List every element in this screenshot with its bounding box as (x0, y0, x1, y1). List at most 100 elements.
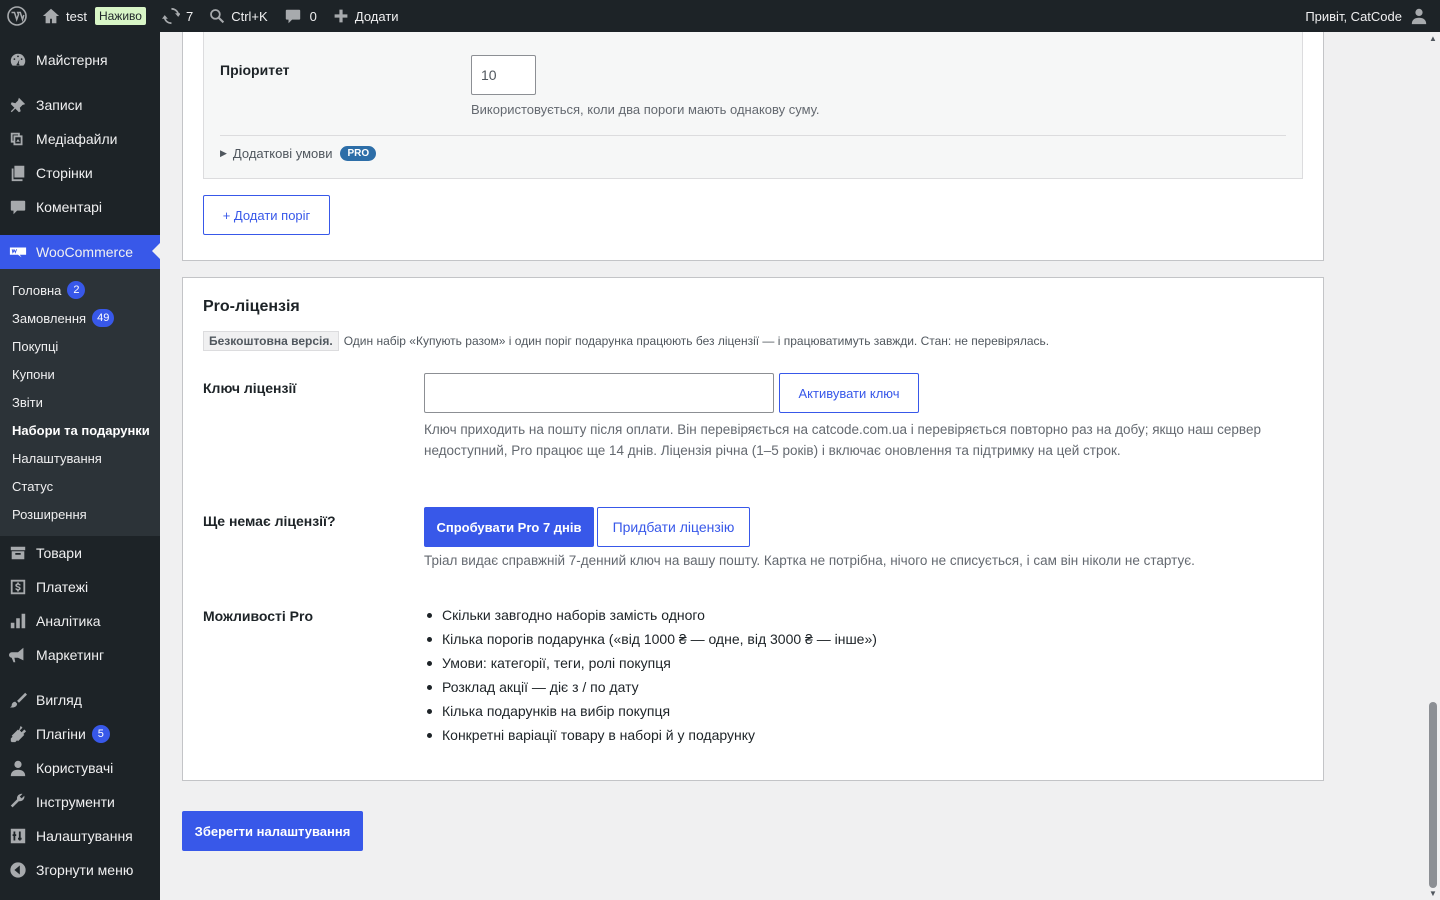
menu-users[interactable]: Користувачі (0, 751, 160, 785)
submenu-label: Звіти (12, 394, 43, 410)
submenu-label: Налаштування (12, 450, 102, 466)
menu-tools[interactable]: Інструменти (0, 785, 160, 819)
scrollbar-thumb[interactable] (1429, 702, 1437, 888)
menu-appearance-label: Вигляд (36, 692, 82, 708)
priority-description: Використовується, коли два пороги мають … (471, 102, 820, 117)
wrench-icon (8, 792, 28, 812)
scroll-down-arrow-icon[interactable]: ▼ (1429, 889, 1437, 898)
page-scrollbar[interactable]: ▲ ▼ (1426, 32, 1440, 900)
admin-sidebar: Майстерня Записи Медіафайли Сторінки Ком… (0, 32, 160, 900)
search-icon (209, 8, 225, 24)
buy-license-button[interactable]: Придбати ліцензію (597, 507, 750, 547)
search-shortcut-label: Ctrl+K (231, 8, 268, 24)
free-version-badge: Безкоштовна версія. (203, 331, 339, 351)
submenu-item-extensions[interactable]: Розширення (0, 500, 160, 528)
my-account-link[interactable]: Привіт, CatCode (1297, 0, 1440, 32)
list-item: Скільки завгодно наборів замість одного (423, 603, 877, 627)
updates-link[interactable]: 7 (154, 0, 201, 32)
users-icon (8, 758, 28, 778)
try-pro-button[interactable]: Спробувати Pro 7 днів (424, 507, 594, 547)
menu-settings[interactable]: Налаштування (0, 819, 160, 853)
submenu-item-customers[interactable]: Покупці (0, 332, 160, 360)
menu-comments[interactable]: Коментарі (0, 190, 160, 224)
search-shortcut[interactable]: Ctrl+K (201, 0, 275, 32)
woocommerce-submenu: Головна 2 Замовлення 49 Покупці Купони Зві… (0, 269, 160, 536)
submenu-item-bundles-gifts[interactable]: Набори та подарунки (0, 416, 160, 444)
live-badge: Наживо (94, 7, 146, 25)
comment-icon (284, 7, 302, 25)
submenu-label: Розширення (12, 506, 87, 522)
extra-conditions-toggle[interactable]: ▶ Додаткові умови PRO (220, 146, 377, 161)
wordpress-logo-icon[interactable] (0, 0, 34, 32)
list-item: Кілька порогів подарунка («від 1000 ₴ — … (423, 627, 877, 651)
menu-posts[interactable]: Записи (0, 88, 160, 122)
collapse-menu-button[interactable]: Згорнути меню (0, 853, 160, 887)
submenu-item-settings[interactable]: Налаштування (0, 444, 160, 472)
plugin-icon (8, 724, 28, 744)
home-icon (42, 7, 60, 25)
menu-marketing[interactable]: Маркетинг (0, 638, 160, 672)
submenu-item-home[interactable]: Головна 2 (0, 276, 160, 304)
menu-woocommerce[interactable]: WooCommerce (0, 235, 160, 269)
activate-key-button[interactable]: Активувати ключ (779, 373, 919, 413)
pages-icon (8, 163, 28, 183)
menu-plugins[interactable]: Плагіни 5 (0, 717, 160, 751)
menu-marketing-label: Маркетинг (36, 647, 105, 663)
dashboard-icon (8, 50, 28, 70)
plugins-update-badge: 5 (91, 725, 110, 743)
menu-products-label: Товари (36, 545, 82, 561)
menu-products[interactable]: Товари (0, 536, 160, 570)
menu-payments[interactable]: Платежі (0, 570, 160, 604)
orders-badge: 49 (92, 309, 115, 327)
menu-plugins-label: Плагіни (36, 726, 86, 742)
menu-dashboard[interactable]: Майстерня (0, 43, 160, 77)
license-key-description: Ключ приходить на пошту після оплати. Ві… (424, 419, 1304, 461)
submenu-item-coupons[interactable]: Купони (0, 360, 160, 388)
free-version-description: Один набір «Купують разом» і один поріг … (343, 334, 1050, 348)
submenu-item-reports[interactable]: Звіти (0, 388, 160, 416)
menu-media-label: Медіафайли (36, 131, 118, 147)
plus-icon (333, 8, 349, 24)
section-title: Pro-ліцензія (203, 298, 300, 315)
chart-bar-icon (8, 611, 28, 631)
menu-woocommerce-label: WooCommerce (36, 244, 133, 260)
media-icon (8, 129, 28, 149)
menu-pages[interactable]: Сторінки (0, 156, 160, 190)
updates-count: 7 (185, 8, 194, 24)
collapse-menu-label: Згорнути меню (36, 862, 134, 878)
priority-input[interactable] (471, 55, 536, 95)
trial-description: Тріал видає справжній 7-денний ключ на в… (424, 553, 1195, 568)
menu-pages-label: Сторінки (36, 165, 93, 181)
save-settings-button[interactable]: Зберегти налаштування (182, 811, 363, 851)
user-avatar-icon (1410, 7, 1428, 25)
license-key-description-line: Ключ приходить на пошту після оплати. Ві… (424, 422, 1261, 437)
submenu-label: Замовлення (12, 310, 87, 326)
submenu-item-orders[interactable]: Замовлення 49 (0, 304, 160, 332)
license-key-description-line: недоступний, Pro працює ще 14 днів. Ліце… (424, 443, 1121, 458)
payments-icon (8, 577, 28, 597)
comments-link[interactable]: 0 (276, 0, 325, 32)
scroll-up-arrow-icon[interactable]: ▲ (1429, 34, 1437, 43)
list-item: Кілька подарунків на вибір покупця (423, 699, 877, 723)
add-label: Додати (354, 8, 399, 24)
add-new-link[interactable]: Додати (325, 0, 407, 32)
menu-analytics[interactable]: Аналітика (0, 604, 160, 638)
comment-icon (8, 197, 28, 217)
add-threshold-button[interactable]: + Додати поріг (203, 195, 330, 235)
list-item: Конкретні варіації товару в наборі й у п… (423, 723, 877, 747)
menu-media[interactable]: Медіафайли (0, 122, 160, 156)
submenu-label: Статус (12, 478, 54, 494)
submenu-item-status[interactable]: Статус (0, 472, 160, 500)
greeting: Привіт, CatCode (1305, 8, 1402, 24)
site-name-link[interactable]: test Наживо (34, 0, 154, 32)
free-version-notice: Безкоштовна версія. Один набір «Купують … (203, 331, 1049, 351)
menu-settings-label: Налаштування (36, 828, 133, 844)
menu-tools-label: Інструменти (36, 794, 115, 810)
pin-icon (8, 95, 28, 115)
settings-sliders-icon (8, 826, 28, 846)
priority-label: Пріоритет (220, 62, 290, 78)
no-license-label: Ще немає ліцензії? (203, 513, 336, 529)
threshold-box: Пріоритет Використовується, коли два пор… (203, 22, 1303, 179)
menu-appearance[interactable]: Вигляд (0, 683, 160, 717)
license-key-input[interactable] (424, 373, 774, 413)
